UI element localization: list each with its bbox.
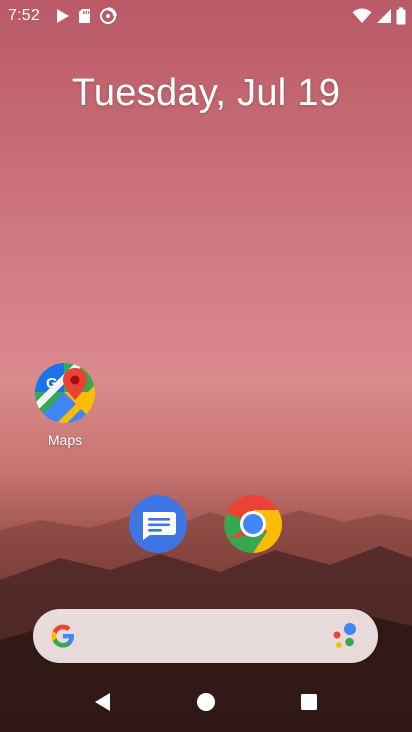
status-time: 7:52 bbox=[8, 7, 40, 24]
recents-button[interactable] bbox=[294, 687, 324, 717]
messages-icon[interactable] bbox=[128, 494, 188, 554]
recents-icon[interactable] bbox=[298, 691, 320, 713]
chrome-app[interactable] bbox=[223, 494, 283, 554]
back-icon[interactable] bbox=[92, 691, 114, 713]
cellular-signal-icon bbox=[377, 9, 391, 23]
status-bar: 7:52 bbox=[0, 0, 412, 32]
maps-app-label[interactable]: Maps bbox=[48, 432, 82, 448]
date-widget[interactable]: Tuesday, Jul 19 bbox=[0, 72, 412, 115]
battery-icon bbox=[396, 7, 406, 25]
maps-app[interactable]: G Maps bbox=[30, 362, 100, 448]
sd-card-icon bbox=[79, 9, 90, 23]
google-g-icon[interactable] bbox=[48, 621, 78, 651]
chrome-icon[interactable] bbox=[223, 494, 283, 554]
home-button[interactable] bbox=[191, 687, 221, 717]
google-play-icon bbox=[57, 9, 69, 23]
google-maps-icon[interactable]: G bbox=[34, 362, 96, 424]
system-icons bbox=[352, 6, 406, 26]
wifi-icon bbox=[352, 8, 372, 23]
notification-icons bbox=[56, 6, 117, 26]
svg-text:G: G bbox=[46, 375, 58, 392]
navigation-bar bbox=[0, 674, 412, 732]
back-button[interactable] bbox=[88, 687, 118, 717]
vpn-key-icon bbox=[100, 7, 117, 24]
google-search-bar[interactable] bbox=[33, 609, 378, 663]
google-assistant-mic-icon[interactable] bbox=[326, 621, 358, 651]
messages-app[interactable] bbox=[128, 494, 188, 554]
home-icon[interactable] bbox=[195, 691, 217, 713]
